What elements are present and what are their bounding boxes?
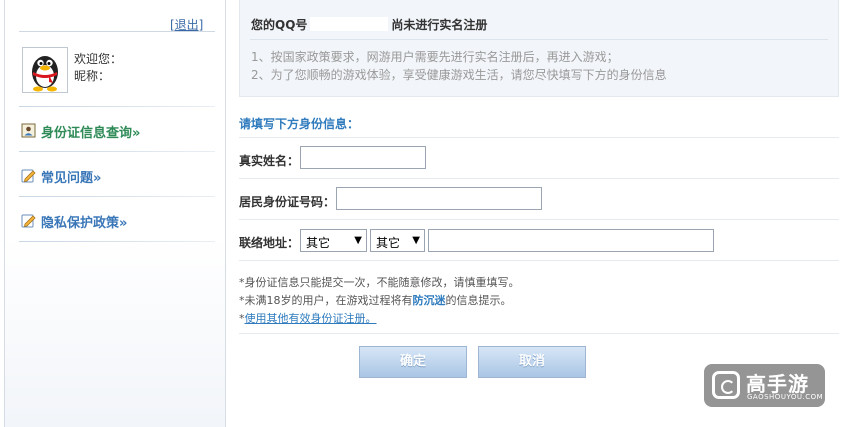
watermark-subtext: GAOSHOUYOU.COM <box>747 393 824 401</box>
sidebar: [退出] 欢迎您： 昵称： 身份证信息查询» 常见问题» 隐私保护政策» <box>4 0 226 427</box>
pencil-note-icon <box>21 214 36 228</box>
divider <box>239 178 839 179</box>
form-title: 请填写下方身份信息： <box>239 117 360 131</box>
note-text: 的信息提示。 <box>445 294 512 307</box>
id-number-label: 居民身份证号码： <box>239 195 336 209</box>
city-value: 其它 <box>376 236 401 250</box>
divider <box>250 39 828 40</box>
divider <box>239 333 839 334</box>
divider <box>239 219 839 220</box>
notice-line: 1、按国家政策要求，网游用户需要先进行实名注册后，再进入游戏； <box>251 50 619 64</box>
penguin-icon <box>32 56 58 92</box>
divider <box>239 137 839 138</box>
province-value: 其它 <box>306 236 331 250</box>
nickname-text: 昵称： <box>74 69 111 83</box>
sidebar-item-privacy[interactable]: 隐私保护政策» <box>21 210 211 232</box>
city-select[interactable]: 其它 ▼ <box>370 229 425 252</box>
watermark-logo-icon <box>712 371 740 399</box>
divider <box>19 196 215 197</box>
divider <box>19 151 215 152</box>
note-line: *身份证信息只能提交一次，不能随意修改，请慎重填写。 <box>239 276 520 289</box>
note-line: *未满18岁的用户，在游戏过程将有防沉迷的信息提示。 <box>239 292 512 308</box>
welcome-text: 欢迎您： <box>74 52 123 66</box>
pencil-note-icon <box>21 169 36 183</box>
sidebar-item-label: 隐私保护政策» <box>41 216 128 231</box>
divider <box>19 31 215 32</box>
masked-qq-number <box>310 17 389 31</box>
other-id-register-link[interactable]: 使用其他有效身份证注册。 <box>245 312 377 325</box>
qq-penguin-avatar <box>22 47 68 93</box>
notice-line: 2、为了您顺畅的游戏体验，享受健康游戏生活，请您尽快填写下方的身份信息 <box>251 68 667 82</box>
real-name-label: 真实姓名： <box>239 154 300 168</box>
note-line: *使用其他有效身份证注册。 <box>239 310 377 326</box>
address-label: 联络地址： <box>239 236 300 250</box>
cancel-button[interactable]: 取消 <box>478 346 586 378</box>
anti-addiction-text: 防沉迷 <box>412 294 446 307</box>
welcome-block: 欢迎您： 昵称： <box>74 51 122 85</box>
sidebar-item-label: 常见问题» <box>41 171 102 186</box>
chevron-down-icon: ▼ <box>354 235 362 246</box>
chevron-down-icon: ▼ <box>412 235 420 246</box>
sidebar-item-label: 身份证信息查询» <box>41 126 141 141</box>
notice-title-prefix: 您的QQ号 <box>251 18 308 32</box>
note-text: *未满18岁的用户，在游戏过程将有 <box>239 294 413 307</box>
sidebar-item-faq[interactable]: 常见问题» <box>21 165 211 187</box>
province-select[interactable]: 其它 ▼ <box>300 229 367 252</box>
id-number-input[interactable] <box>336 187 542 210</box>
divider <box>19 241 215 242</box>
notice-box: 您的QQ号 尚未进行实名注册 1、按国家政策要求，网游用户需要先进行实名注册后，再… <box>239 0 839 97</box>
divider <box>19 106 215 107</box>
address-detail-input[interactable] <box>428 229 714 252</box>
id-card-icon <box>21 123 36 138</box>
sidebar-item-id-query[interactable]: 身份证信息查询» <box>21 120 211 142</box>
site-watermark: 高手游 GAOSHOUYOU.COM <box>704 364 825 407</box>
notice-title-suffix: 尚未进行实名注册 <box>391 18 488 32</box>
divider <box>239 260 839 261</box>
real-name-input[interactable] <box>300 146 426 169</box>
notice-title: 您的QQ号 尚未进行实名注册 <box>251 16 487 33</box>
confirm-button[interactable]: 确定 <box>359 346 467 378</box>
